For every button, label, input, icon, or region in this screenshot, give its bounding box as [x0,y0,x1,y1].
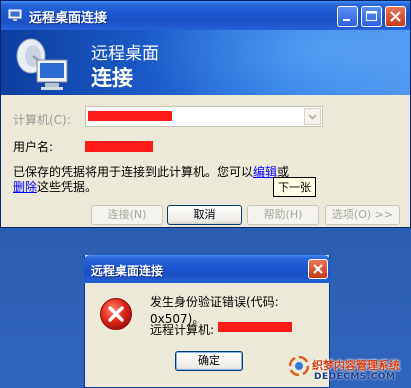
chevron-down-icon [308,114,317,120]
connect-button[interactable]: 连接(N) [91,205,163,225]
ok-button[interactable]: 确定 [175,351,243,371]
username-value-redacted [85,141,153,152]
watermark-title: 织梦内容管理系统 [312,359,400,372]
remote-desktop-icon [8,9,22,21]
remote-computer-value-redacted [218,322,292,332]
window-title: 远程桌面连接 [29,11,108,26]
help-button[interactable]: 帮助(H) [247,205,319,225]
computer-label: 计算机(C): [13,113,71,127]
maximize-icon [366,11,377,21]
computer-value-redacted [88,111,172,121]
title-bar[interactable]: 远程桌面连接 [1,1,410,30]
maximize-button[interactable] [361,6,382,27]
cancel-button[interactable]: 取消 [167,205,242,225]
dedecms-logo-icon [288,355,310,377]
credentials-info: 已保存的凭据将用于连接到此计算机。您可以编辑或 删除这些凭据。 [13,165,313,195]
dialog-title: 远程桌面连接 [91,264,164,278]
close-icon [313,264,323,274]
delete-link[interactable]: 删除 [13,180,37,194]
dialog-title-bar[interactable]: 远程桌面连接 [84,255,330,283]
dialog-close-button[interactable] [308,259,328,279]
close-icon [390,11,401,22]
banner: 远程桌面 连接 [1,30,410,95]
minimize-icon [343,19,350,21]
connection-form: 计算机(C): 用户名: 已保存的凭据将用于连接到此计算机。您可以编辑或 删除这些… [1,95,410,227]
remote-desktop-window: 远程桌面连接 远程桌面 连接 计算机(C): 用户名: 已保存的凭据将用于连接到… [0,0,411,228]
info-text-part3: 这些凭据。 [37,180,98,194]
close-button[interactable] [385,6,406,27]
banner-title-line2: 连接 [91,66,133,90]
error-x-icon [100,298,132,330]
monitor-satellite-icon [16,38,68,90]
minimize-button[interactable] [337,6,358,27]
computer-combobox[interactable] [85,106,323,127]
tooltip: 下一张 [273,177,316,197]
remote-computer-label: 远程计算机: [150,323,215,337]
combo-dropdown-button[interactable] [304,108,321,125]
options-button[interactable]: 选项(O) >> [325,205,400,225]
watermark-domain: DEDECMS.COM [314,372,396,382]
banner-title-line1: 远程桌面 [91,44,159,64]
info-text-part1: 已保存的凭据将用于连接到此计算机。您可以 [13,165,254,179]
username-label: 用户名: [13,140,54,154]
